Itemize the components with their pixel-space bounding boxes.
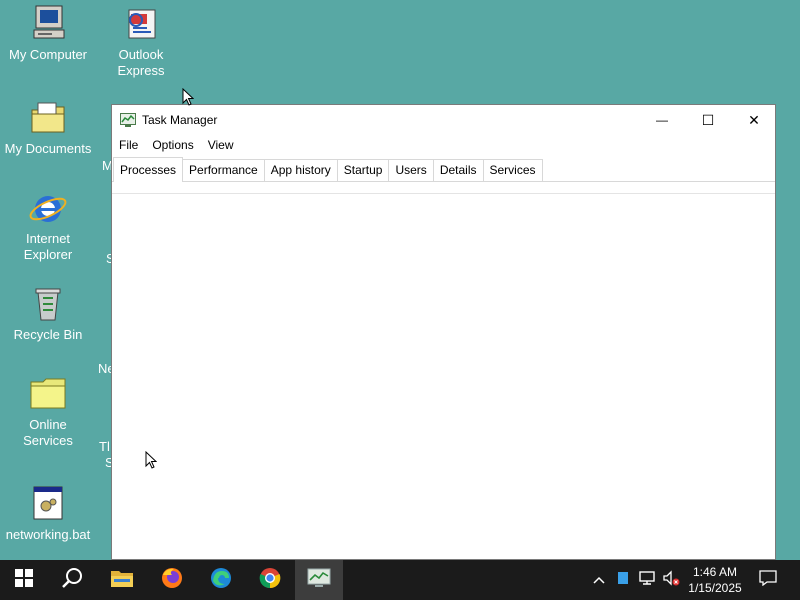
desktop-icon-label: Online	[29, 417, 67, 432]
internet-explorer-icon	[28, 188, 68, 228]
task-manager-icon	[120, 113, 136, 127]
file-explorer-button[interactable]	[98, 560, 146, 600]
menu-bar: File Options View	[112, 135, 775, 155]
outlook-express-icon	[121, 4, 161, 44]
panel-divider	[112, 193, 775, 194]
tray-app-icon	[617, 571, 629, 590]
desktop-icon-my-computer[interactable]: My Computer	[0, 4, 96, 63]
desktop-icon-internet-explorer[interactable]: Internet Explorer	[0, 188, 96, 263]
tab-services[interactable]: Services	[482, 159, 543, 181]
desktop-icon-label: Recycle Bin	[13, 327, 83, 342]
desktop-icon-label-2: Express	[117, 63, 165, 78]
volume-muted-icon	[662, 569, 680, 591]
desktop-icon-label: networking.bat	[5, 527, 91, 542]
firefox-button[interactable]	[148, 560, 196, 600]
tab-startup[interactable]: Startup	[336, 159, 390, 181]
mouse-cursor-icon	[145, 450, 158, 470]
show-hidden-icons-button[interactable]	[590, 560, 608, 600]
chrome-button[interactable]	[246, 560, 294, 600]
close-icon: ✕	[748, 111, 760, 128]
edge-button[interactable]	[197, 560, 245, 600]
network-button[interactable]	[636, 560, 658, 600]
desktop-icon-recycle-bin[interactable]: Recycle Bin	[0, 284, 96, 343]
close-button[interactable]: ✕	[731, 105, 777, 135]
search-button[interactable]	[48, 560, 96, 600]
minimize-button[interactable]: —	[639, 105, 685, 135]
menu-view[interactable]: View	[208, 138, 234, 152]
notification-icon	[759, 569, 777, 591]
chrome-icon	[258, 566, 282, 595]
tab-users[interactable]: Users	[388, 159, 434, 181]
desktop-icon-label-2: Services	[23, 433, 73, 448]
clock-time: 1:46 AM	[692, 565, 738, 579]
edge-icon	[209, 566, 233, 595]
recycle-bin-icon	[28, 284, 68, 324]
search-icon	[61, 567, 83, 594]
hidden-icon-label: Tl	[99, 439, 110, 454]
tray-app-button[interactable]	[614, 560, 632, 600]
tab-processes[interactable]: Processes	[113, 157, 184, 182]
start-button[interactable]	[0, 560, 48, 600]
computer-icon	[28, 4, 68, 44]
clock-date: 1/15/2025	[688, 581, 742, 595]
desktop-icon-online-services[interactable]: Online Services	[0, 374, 96, 449]
desktop-icon-label: Outlook	[118, 47, 164, 62]
volume-button[interactable]	[660, 560, 682, 600]
desktop-icon-networking-bat[interactable]: networking.bat	[0, 484, 96, 543]
firefox-icon	[160, 566, 184, 595]
folder-icon	[28, 374, 68, 414]
mouse-cursor-icon	[182, 87, 195, 107]
minimize-icon: —	[656, 113, 668, 127]
menu-options[interactable]: Options	[152, 138, 193, 152]
file-explorer-icon	[110, 568, 134, 593]
desktop-icon-my-documents[interactable]: My Documents	[0, 98, 96, 157]
folder-documents-icon	[28, 98, 68, 138]
tab-strip: Processes Performance App history Startu…	[112, 157, 775, 182]
maximize-button[interactable]: ☐	[685, 105, 731, 135]
network-icon	[638, 570, 656, 591]
task-manager-icon	[307, 568, 331, 593]
batch-file-icon	[28, 484, 68, 524]
taskbar: 1:46 AM 1/15/2025	[0, 560, 800, 600]
chevron-up-icon	[593, 571, 605, 589]
desktop-icon-label: My Documents	[4, 141, 92, 156]
window-title: Task Manager	[142, 113, 218, 127]
title-bar[interactable]: Task Manager — ☐ ✕	[112, 105, 775, 135]
tab-app-history[interactable]: App history	[263, 159, 338, 181]
maximize-icon: ☐	[701, 111, 715, 128]
tab-performance[interactable]: Performance	[182, 159, 265, 181]
notifications-button[interactable]	[754, 560, 782, 600]
desktop-icon-outlook-express[interactable]: Outlook Express	[93, 4, 189, 79]
task-manager-taskbar-button[interactable]	[295, 560, 343, 600]
clock[interactable]: 1:46 AM 1/15/2025	[680, 564, 750, 596]
desktop-icon-label-2: Explorer	[23, 247, 73, 262]
windows-logo-icon	[15, 568, 33, 592]
menu-file[interactable]: File	[119, 138, 138, 152]
task-manager-window[interactable]: Task Manager — ☐ ✕ File Options View Pro…	[111, 104, 776, 560]
desktop-icon-label: My Computer	[8, 47, 88, 62]
processes-panel[interactable]	[112, 182, 775, 559]
desktop-icon-label: Internet	[25, 231, 71, 246]
tab-details[interactable]: Details	[432, 159, 484, 181]
